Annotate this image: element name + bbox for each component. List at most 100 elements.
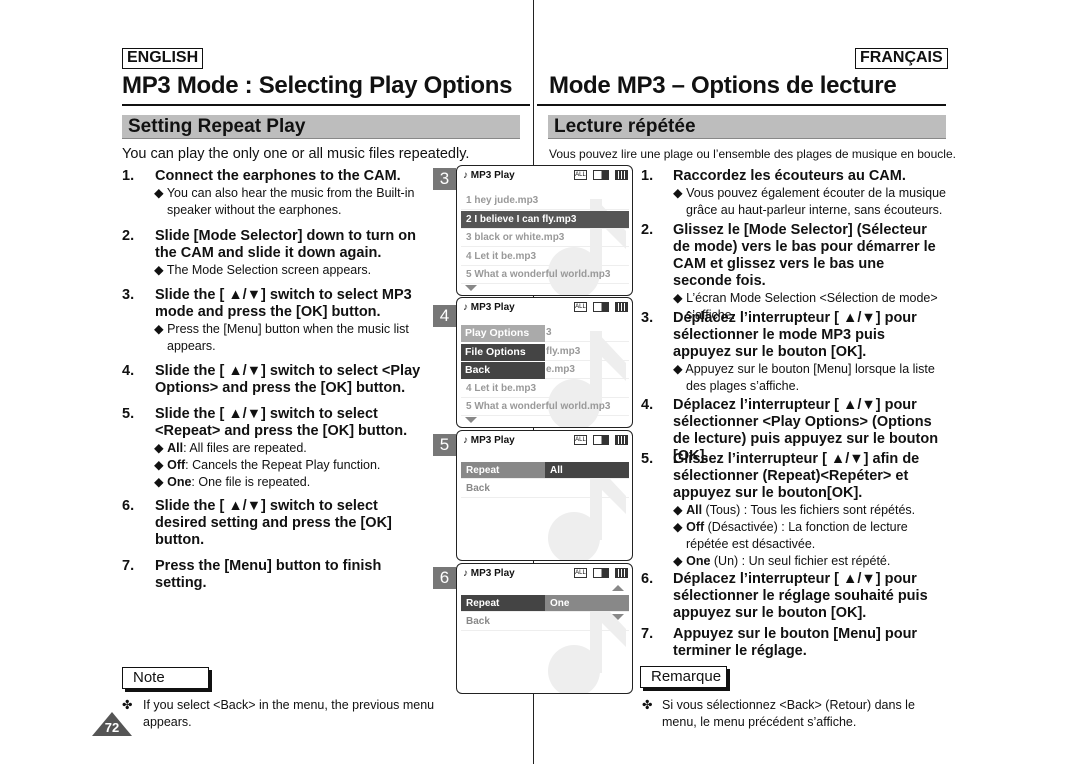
repeat-value[interactable]: One [545,595,629,612]
option-desc: : One file is repeated. [191,475,311,489]
step-number: 3. [641,310,654,326]
repeat-all-icon: ALL [574,302,587,312]
step-number: 5. [122,406,135,422]
step-text: Slide the [ ▲/▼] switch to select desire… [155,498,392,548]
track-row[interactable]: 2 I believe I can fly.mp3 [461,211,629,229]
step-text: Slide the [ ▲/▼] switch to select MP3 mo… [155,287,412,320]
language-label-french: FRANÇAIS [855,48,948,69]
back-item[interactable]: Back [461,480,629,498]
step-number: 1. [641,168,654,184]
memory-icon [593,302,609,312]
page-number-badge: 72 [92,712,132,736]
screen-title: ♪ MP3 Play [463,170,515,181]
step-5: 5. Glissez l’interrupteur [ ▲/▼] afin de … [641,451,946,570]
repeat-all-icon: ALL [574,170,587,180]
page-title-en: MP3 Mode : Selecting Play Options [122,72,513,99]
scroll-up-icon[interactable] [612,585,624,591]
screen-title: ♪ MP3 Play [463,568,515,579]
option-desc: (Désactivée) : La fonction de lecture ré… [686,520,908,551]
memory-icon [593,170,609,180]
track-row[interactable]: 1 hey jude.mp3 [461,192,629,210]
step-2: 2. Glissez le [Mode Selector] (Sélecteur … [641,222,946,324]
step-bullet: ◆ You can also hear the music from the B… [154,186,415,217]
step-4: 4. Slide the [ ▲/▼] switch to select <Pla… [122,363,427,397]
step-bullet: ◆ All: All files are repeated. [154,441,307,455]
option-name: Off [686,520,705,534]
scroll-down-icon[interactable] [465,285,477,291]
option-name: All [686,503,703,517]
step-5: 5. Slide the [ ▲/▼] switch to select <Rep… [122,406,427,491]
repeat-value[interactable]: All [545,462,629,479]
battery-icon [615,568,628,578]
battery-icon [615,302,628,312]
step-number: 4. [122,363,135,379]
screen-title: ♪ MP3 Play [463,302,515,313]
scroll-down-icon[interactable] [465,417,477,423]
memory-icon [593,435,609,445]
page-number: 72 [104,720,120,735]
step-number: 5. [641,451,654,467]
memory-icon [593,568,609,578]
step-text: Press the [Menu] button to finish settin… [155,558,382,591]
step-number: 2. [641,222,654,238]
option-name: Off [167,458,186,472]
note-text-en: If you select <Back> in the menu, the pr… [143,698,435,729]
intro-fr: Vous pouvez lire une plage ou l’ensemble… [549,147,956,161]
step-number: 7. [122,558,135,574]
step-text: Slide the [ ▲/▼] switch to select <Play … [155,363,421,396]
step-6: 6. Slide the [ ▲/▼] switch to select desi… [122,498,427,549]
step-number: 6. [641,571,654,587]
track-row: 5 What a wonderful world.mp3 [461,398,629,416]
remarque-label: Remarque [640,666,727,688]
device-screen-s6: ♪ MP3 Play ALL Repeat One Back [456,563,633,694]
step-3: 3. Slide the [ ▲/▼] switch to select MP3 … [122,287,427,355]
screen-step-number: 3 [433,168,456,190]
repeat-label[interactable]: Repeat [461,595,545,612]
intro-en: You can play the only one or all music f… [122,146,470,162]
step-bullet: ◆ One (Un) : Un seul fichier est répété. [673,554,891,568]
step-text: Appuyez sur le bouton [Menu] pour termin… [673,626,918,659]
step-text: Déplacez l’interrupteur [ ▲/▼] pour séle… [673,310,917,360]
note-label: Note [122,667,209,689]
device-screen-s5: ♪ MP3 Play ALL Repeat All Back [456,430,633,561]
scroll-down-icon[interactable] [612,614,624,620]
track-row: 4 Let it be.mp3 [461,380,629,398]
track-row[interactable]: 3 black or white.mp3 [461,229,629,247]
step-number: 4. [641,397,654,413]
back-item[interactable]: Back [461,613,629,631]
battery-icon [615,170,628,180]
step-number: 2. [122,228,135,244]
step-text: Slide the [ ▲/▼] switch to select <Repea… [155,406,408,439]
screen-step-number: 6 [433,567,456,589]
step-text: Déplacez l’interrupteur [ ▲/▼] pour séle… [673,571,928,621]
option-name: One [167,475,192,489]
step-text: Slide [Mode Selector] down to turn on th… [155,228,416,261]
menu-item[interactable]: Back [461,362,545,379]
step-1: 1. Connect the earphones to the CAM. ◆ You… [122,168,427,219]
track-row[interactable]: 4 Let it be.mp3 [461,248,629,266]
option-desc: (Tous) : Tous les fichiers sont répétés. [702,503,916,517]
repeat-all-icon: ALL [574,435,587,445]
option-desc: (Un) : Un seul fichier est répété. [710,554,891,568]
note-bullet-icon: ✤ [642,698,653,712]
step-bullet: ◆ Off: Cancels the Repeat Play function. [154,458,381,472]
option-desc: : All files are repeated. [183,441,307,455]
step-6: 6. Déplacez l’interrupteur [ ▲/▼] pour sé… [641,571,946,622]
option-name: All [167,441,184,455]
title-rule [537,104,946,106]
option-desc: : Cancels the Repeat Play function. [185,458,381,472]
section-header-fr: Lecture répétée [548,115,946,139]
repeat-label[interactable]: Repeat [461,462,545,479]
device-screen-s4: ♪ MP3 Play ALL 3 fly.mp3 e.mp3 4 Let it be.m… [456,297,633,428]
battery-icon [615,435,628,445]
step-number: 7. [641,626,654,642]
step-bullet: ◆ Off (Désactivée) : La fonction de lect… [673,520,908,551]
step-number: 6. [122,498,135,514]
step-text: Raccordez les écouteurs au CAM. [673,168,906,184]
step-bullet: ◆ The Mode Selection screen appears. [154,263,372,277]
step-text: Glissez le [Mode Selector] (Sélecteur de… [673,222,936,289]
step-bullet: ◆ One: One file is repeated. [154,475,311,489]
track-row[interactable]: 5 What a wonderful world.mp3 [461,266,629,284]
menu-item[interactable]: Play Options [461,325,545,342]
menu-item[interactable]: File Options [461,343,545,361]
